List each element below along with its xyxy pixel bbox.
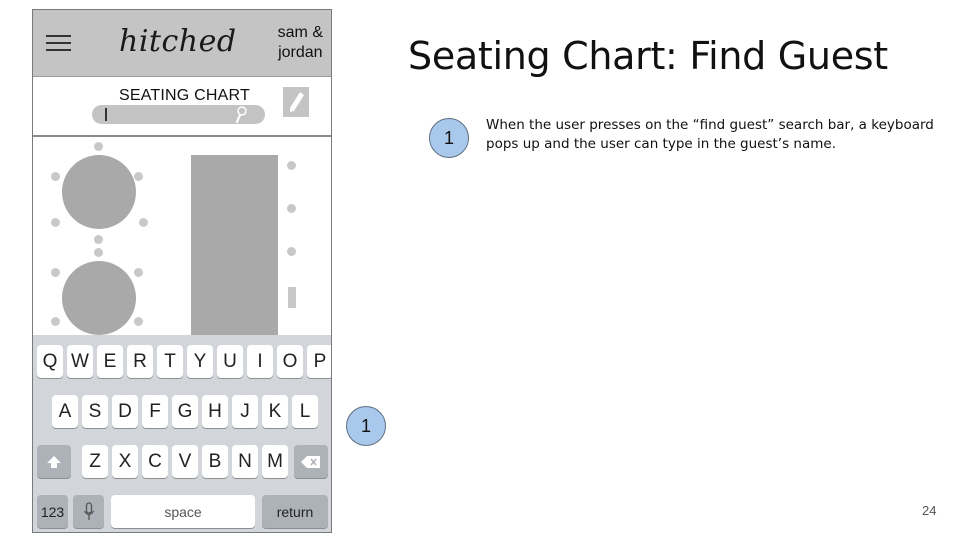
key-b[interactable]: B bbox=[202, 445, 228, 478]
key-z[interactable]: Z bbox=[82, 445, 108, 478]
key-h[interactable]: H bbox=[202, 395, 228, 428]
seat[interactable] bbox=[287, 161, 296, 170]
on-screen-keyboard: Q W E R T Y U I O P A S D F G H J K L Z X C V B N M 123 space return bbox=[33, 335, 331, 532]
key-f[interactable]: F bbox=[142, 395, 168, 428]
couple-name: sam & jordan bbox=[278, 23, 323, 63]
annotation-text-1: When the user presses on the “find guest… bbox=[486, 117, 934, 152]
slide-title: Seating Chart: Find Guest bbox=[408, 34, 888, 78]
key-v[interactable]: V bbox=[172, 445, 198, 478]
phone-mockup: hitched sam & jordan SEATING CHART Q W E… bbox=[32, 9, 332, 533]
pencil-icon bbox=[290, 92, 304, 112]
microphone-key[interactable] bbox=[73, 495, 104, 528]
round-table-1[interactable] bbox=[62, 155, 136, 229]
seating-chart-canvas bbox=[33, 137, 331, 337]
key-n[interactable]: N bbox=[232, 445, 258, 478]
seat[interactable] bbox=[134, 317, 143, 326]
seat[interactable] bbox=[51, 317, 60, 326]
seat[interactable] bbox=[134, 268, 143, 277]
page-number: 24 bbox=[922, 503, 937, 518]
rectangular-table[interactable] bbox=[191, 155, 278, 337]
key-a[interactable]: A bbox=[52, 395, 78, 428]
seat[interactable] bbox=[139, 218, 148, 227]
hamburger-icon[interactable] bbox=[46, 35, 71, 51]
couple-line-1: sam & bbox=[277, 24, 323, 41]
round-table-2[interactable] bbox=[62, 261, 136, 335]
key-e[interactable]: E bbox=[97, 345, 123, 378]
return-key[interactable]: return bbox=[262, 495, 328, 528]
app-header: hitched sam & jordan bbox=[33, 10, 331, 77]
app-logo: hitched bbox=[119, 24, 237, 59]
callout-marker-1: 1 bbox=[346, 406, 386, 446]
key-s[interactable]: S bbox=[82, 395, 108, 428]
key-p[interactable]: P bbox=[307, 345, 331, 378]
key-w[interactable]: W bbox=[67, 345, 93, 378]
annotation-badge-1: 1 bbox=[429, 118, 469, 158]
seat[interactable] bbox=[51, 218, 60, 227]
key-c[interactable]: C bbox=[142, 445, 168, 478]
search-icon[interactable] bbox=[235, 106, 247, 123]
key-i[interactable]: I bbox=[247, 345, 273, 378]
key-m[interactable]: M bbox=[262, 445, 288, 478]
find-guest-search-input[interactable] bbox=[92, 105, 265, 124]
section-title: SEATING CHART bbox=[119, 87, 250, 104]
seat[interactable] bbox=[287, 204, 296, 213]
key-g[interactable]: G bbox=[172, 395, 198, 428]
numbers-key[interactable]: 123 bbox=[37, 495, 68, 528]
key-l[interactable]: L bbox=[292, 395, 318, 428]
key-j[interactable]: J bbox=[232, 395, 258, 428]
seat[interactable] bbox=[287, 247, 296, 256]
shift-key[interactable] bbox=[37, 445, 71, 478]
key-x[interactable]: X bbox=[112, 445, 138, 478]
key-u[interactable]: U bbox=[217, 345, 243, 378]
seat[interactable] bbox=[94, 248, 103, 257]
text-caret bbox=[105, 108, 107, 121]
microphone-icon bbox=[83, 501, 94, 520]
edit-button[interactable] bbox=[283, 87, 309, 117]
space-key[interactable]: space bbox=[111, 495, 255, 528]
seat[interactable] bbox=[51, 268, 60, 277]
seat[interactable] bbox=[134, 172, 143, 181]
backspace-icon bbox=[301, 455, 320, 468]
key-d[interactable]: D bbox=[112, 395, 138, 428]
key-k[interactable]: K bbox=[262, 395, 288, 428]
key-y[interactable]: Y bbox=[187, 345, 213, 378]
key-t[interactable]: T bbox=[157, 345, 183, 378]
key-r[interactable]: R bbox=[127, 345, 153, 378]
seat[interactable] bbox=[288, 287, 296, 308]
key-o[interactable]: O bbox=[277, 345, 303, 378]
seat[interactable] bbox=[94, 142, 103, 151]
seating-chart-header: SEATING CHART bbox=[33, 77, 331, 137]
seat[interactable] bbox=[94, 235, 103, 244]
shift-icon bbox=[47, 455, 61, 468]
seat[interactable] bbox=[51, 172, 60, 181]
key-q[interactable]: Q bbox=[37, 345, 63, 378]
backspace-key[interactable] bbox=[294, 445, 328, 478]
couple-line-2: jordan bbox=[278, 44, 323, 61]
